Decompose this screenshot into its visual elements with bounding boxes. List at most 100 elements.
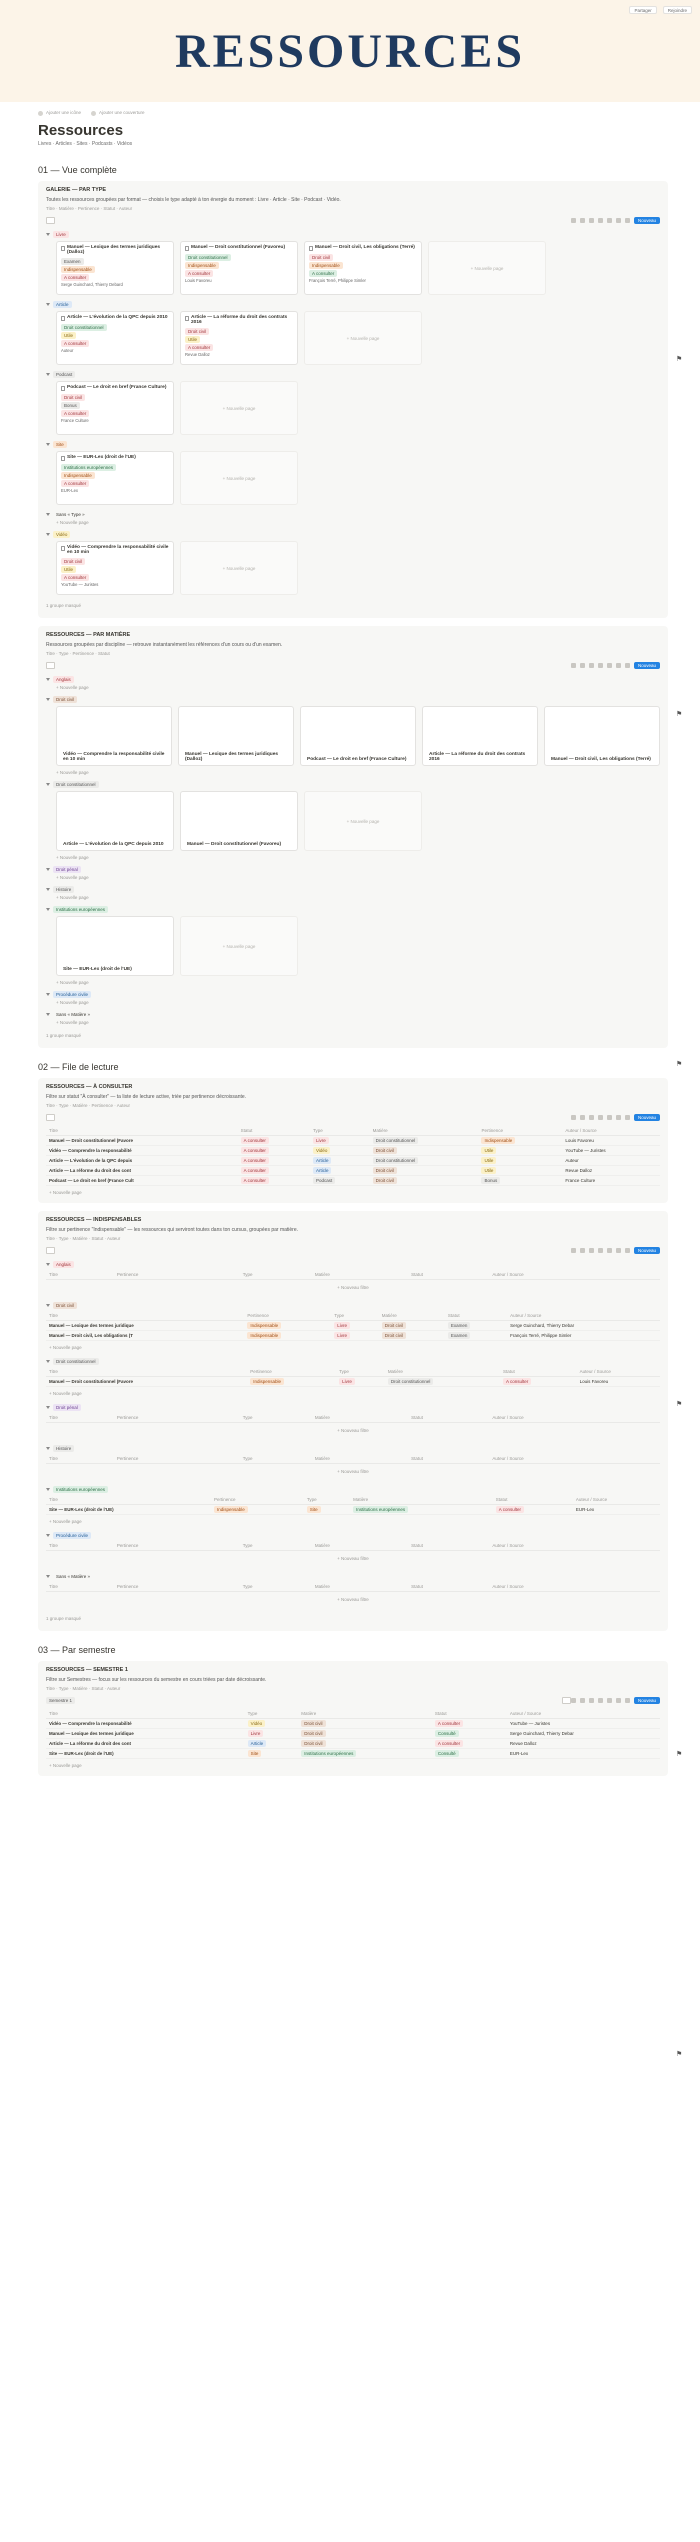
gallery-card[interactable]: Manuel — Droit constitutionnel (Favoreu) — [180, 791, 298, 851]
search-icon[interactable] — [597, 217, 603, 223]
flag-icon[interactable]: ⚑ — [676, 355, 684, 363]
table-cell[interactable]: Manuel — Droit constitutionnel (Favore — [46, 1135, 238, 1146]
group-header[interactable]: Sans « Matière » — [46, 1011, 660, 1018]
new-button[interactable]: Nouveau — [633, 1246, 660, 1254]
column-header[interactable]: Type — [336, 1367, 385, 1377]
table-cell[interactable]: Vidéo — Comprendre la responsabilité — [46, 1145, 238, 1156]
table-row[interactable]: Site — EUR-Lex (droit de l'UE) Indispensa… — [46, 1504, 660, 1515]
table-cell[interactable]: Article — La réforme du droit des cont — [46, 1738, 245, 1749]
column-header[interactable]: Matière — [311, 1541, 409, 1551]
flag-icon[interactable]: ⚑ — [676, 1060, 684, 1068]
gallery-card[interactable]: Article — La réforme du droit des contra… — [180, 311, 298, 365]
column-header[interactable]: Auteur / Source — [576, 1367, 660, 1377]
new-page-card[interactable]: + Nouvelle page — [304, 311, 422, 365]
new-page-link[interactable]: + Nouvelle page — [56, 770, 660, 775]
group-header[interactable]: Institutions européennes — [46, 906, 660, 913]
column-header[interactable]: Pertinence — [210, 1495, 304, 1505]
column-header[interactable]: Statut — [500, 1367, 577, 1377]
link-icon[interactable] — [606, 662, 612, 668]
group-header[interactable]: Histoire — [46, 1445, 660, 1452]
gallery-card[interactable]: Vidéo — Comprendre la responsabilité civ… — [56, 541, 174, 595]
table-row[interactable]: Article — L'évolution de la QPC depuis A … — [46, 1155, 660, 1166]
group-header[interactable]: Institutions européennes — [46, 1486, 660, 1493]
column-header[interactable]: Statut — [408, 1454, 490, 1464]
gallery-card[interactable]: Vidéo — Comprendre la responsabilité civ… — [56, 706, 172, 766]
new-page-link[interactable]: + Nouvelle page — [56, 875, 660, 880]
gallery-card[interactable]: Manuel — Droit constitutionnel (Favoreu)… — [180, 241, 298, 295]
column-header[interactable]: Titre — [46, 1311, 245, 1321]
column-header[interactable]: Statut — [444, 1311, 508, 1321]
table-cell[interactable]: Podcast — Le droit en bref (France Cult — [46, 1175, 238, 1186]
view-title[interactable]: GALERIE — PAR TYPE — [46, 187, 660, 193]
gallery-card[interactable]: Article — L'évolution de la QPC depuis 2… — [56, 791, 174, 851]
bolt-icon[interactable] — [588, 662, 594, 668]
sort-icon[interactable] — [579, 1697, 585, 1703]
column-header[interactable]: Pertinence — [113, 1454, 240, 1464]
group-header[interactable]: Site — [46, 441, 660, 448]
view-switcher[interactable] — [46, 216, 55, 224]
column-header[interactable]: Matière — [350, 1495, 493, 1505]
empty-group-actions[interactable]: + Nouveau filtre — [46, 1282, 660, 1296]
expand-icon[interactable] — [615, 1697, 621, 1703]
group-header[interactable]: Anglais — [46, 676, 660, 683]
search-icon[interactable] — [597, 1247, 603, 1253]
column-header[interactable]: Titre — [46, 1709, 245, 1719]
new-page-link[interactable]: + Nouvelle page — [56, 855, 660, 860]
link-icon[interactable] — [606, 1114, 612, 1120]
group-header[interactable]: Sans « Matière » — [46, 1573, 660, 1580]
new-button[interactable]: Nouveau — [633, 1113, 660, 1121]
view-title[interactable]: RESSOURCES — À CONSULTER — [46, 1084, 660, 1090]
column-header[interactable]: Type — [239, 1582, 312, 1592]
column-header[interactable]: Auteur / Source — [489, 1541, 660, 1551]
filter-icon[interactable] — [570, 1697, 576, 1703]
column-header[interactable]: Statut — [408, 1413, 490, 1423]
flag-icon[interactable]: ⚑ — [676, 1400, 684, 1408]
table-row[interactable]: Manuel — Lexique des termes juridique Liv… — [46, 1728, 660, 1739]
table-row[interactable]: Manuel — Lexique des termes juridique Ind… — [46, 1320, 660, 1331]
column-header[interactable]: Auteur / Source — [489, 1454, 660, 1464]
column-header[interactable]: Type — [331, 1311, 379, 1321]
column-header[interactable]: Type — [239, 1270, 312, 1280]
gallery-card[interactable]: Site — EUR-Lex (droit de l'UE) Institutio… — [56, 451, 174, 505]
group-header[interactable]: Vidéo — [46, 531, 660, 538]
table-row[interactable]: Vidéo — Comprendre la responsabilité Vidé… — [46, 1718, 660, 1729]
column-header[interactable]: Titre — [46, 1367, 248, 1377]
column-header[interactable]: Matière — [311, 1413, 409, 1423]
group-header[interactable]: Anglais — [46, 1261, 660, 1268]
group-header[interactable]: Droit pénal — [46, 866, 660, 873]
expand-icon[interactable] — [615, 1247, 621, 1253]
group-header[interactable]: Podcast — [46, 371, 660, 378]
new-button[interactable]: Nouveau — [633, 661, 660, 669]
page-title[interactable]: Ressources — [38, 122, 668, 139]
new-button[interactable]: Nouveau — [633, 216, 660, 224]
group-header[interactable]: Procédure civile — [46, 1532, 660, 1539]
view-tab[interactable]: Semestre 1 — [46, 1696, 76, 1704]
table-cell[interactable]: Manuel — Lexique des termes juridique — [46, 1728, 245, 1739]
column-header[interactable]: Type — [244, 1709, 299, 1719]
table-row[interactable]: Article — La réforme du droit des cont Ar… — [46, 1738, 660, 1749]
empty-group-actions[interactable]: + Nouveau filtre — [46, 1466, 660, 1480]
column-header[interactable]: Matière — [298, 1709, 432, 1719]
flag-icon[interactable]: ⚑ — [676, 710, 684, 718]
group-header[interactable]: Droit pénal — [46, 1404, 660, 1411]
link-icon[interactable] — [606, 1697, 612, 1703]
add-icon-button[interactable]: Ajouter une icône — [38, 110, 81, 116]
column-header[interactable]: Matière — [311, 1582, 409, 1592]
sort-icon[interactable] — [579, 1114, 585, 1120]
new-page-link[interactable]: + Nouvelle page — [56, 685, 660, 690]
column-header[interactable]: Titre — [46, 1413, 114, 1423]
empty-group-actions[interactable]: + Nouveau filtre — [46, 1425, 660, 1439]
new-page-link[interactable]: + Nouvelle page — [56, 520, 660, 525]
column-header[interactable]: Statut — [492, 1495, 573, 1505]
search-icon[interactable] — [597, 662, 603, 668]
gallery-card[interactable]: Manuel — Droit civil, Les obligations (T… — [544, 706, 660, 766]
expand-icon[interactable] — [615, 1114, 621, 1120]
column-header[interactable]: Statut — [408, 1541, 490, 1551]
more-icon[interactable] — [624, 662, 630, 668]
column-header[interactable]: Type — [239, 1454, 312, 1464]
view-switcher[interactable] — [46, 1113, 55, 1121]
sort-icon[interactable] — [579, 662, 585, 668]
expand-icon[interactable] — [615, 662, 621, 668]
column-header[interactable]: Matière — [384, 1367, 501, 1377]
add-cover-button[interactable]: Ajouter une couverture — [91, 110, 145, 116]
